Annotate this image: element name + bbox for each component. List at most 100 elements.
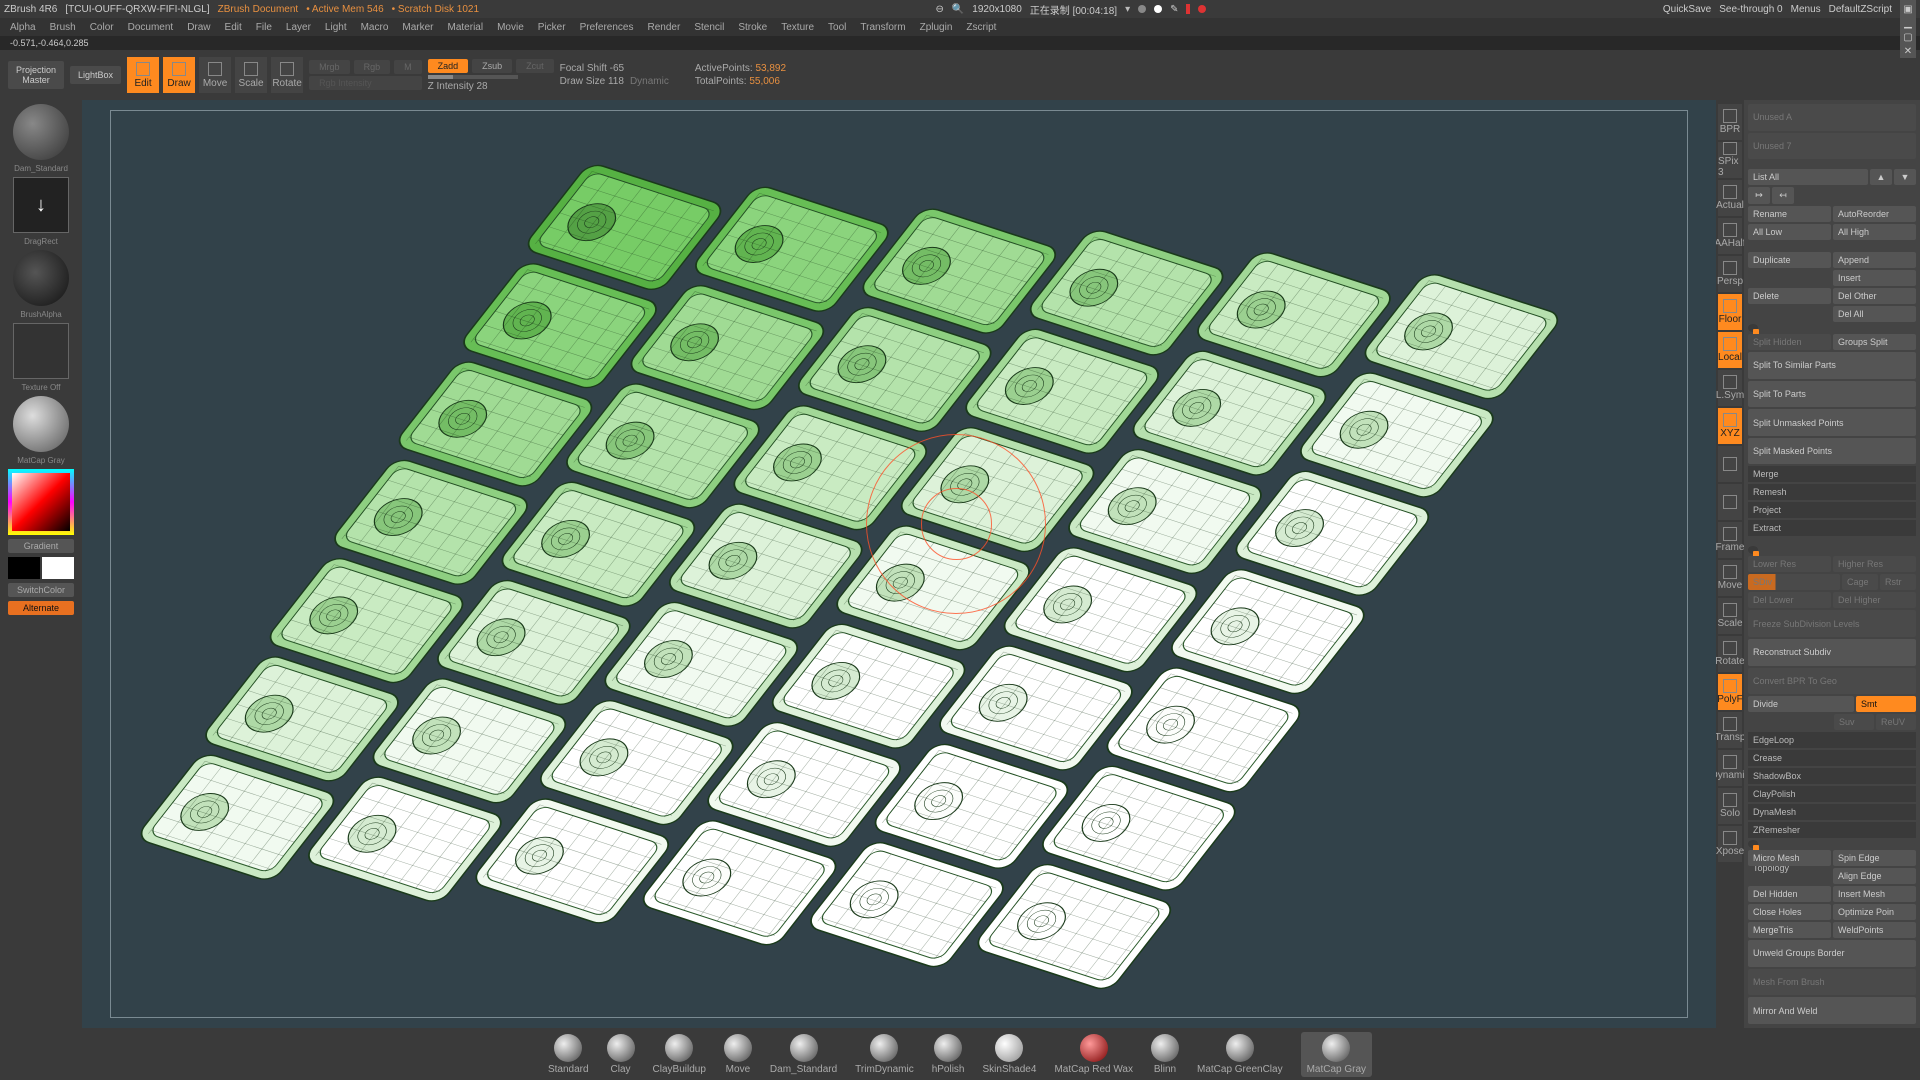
groups-split-button[interactable]: Groups Split [1833,334,1916,350]
record-icon[interactable] [1198,5,1206,13]
menu-stroke[interactable]: Stroke [732,22,773,33]
default-zscript[interactable]: DefaultZScript [1829,4,1892,15]
extract-header[interactable]: Extract [1748,520,1916,536]
crease-header[interactable]: Crease [1748,750,1916,766]
rotate-mode[interactable]: Rotate [271,57,303,93]
split-hidden-button[interactable]: Split Hidden [1748,334,1831,350]
shelf-dynamic[interactable]: Dynamic [1718,750,1742,786]
project-header[interactable]: Project [1748,502,1916,518]
alternate-button[interactable]: Alternate [8,601,74,615]
alpha-thumb[interactable] [13,250,69,306]
shelf-bpr[interactable]: BPR [1718,104,1742,140]
menu-document[interactable]: Document [122,22,180,33]
smt-toggle[interactable]: Smt [1856,696,1916,712]
shelf-spix 3[interactable]: SPix 3 [1718,142,1742,178]
subtool-slot[interactable]: Unused 7 [1748,133,1916,160]
menu-layer[interactable]: Layer [280,22,317,33]
rename-button[interactable]: Rename [1748,206,1831,222]
rgb-intensity[interactable]: Rgb Intensity [309,76,422,90]
delete-button[interactable]: Delete [1748,288,1831,304]
split-unmasked-button[interactable]: Split Unmasked Points [1748,409,1916,436]
split-masked-button[interactable]: Split Masked Points [1748,438,1916,465]
material-matcap-gray[interactable]: MatCap Gray [1301,1032,1372,1077]
shelf-local[interactable]: Local [1718,332,1742,368]
dynamesh-header[interactable]: DynaMesh [1748,804,1916,820]
pause-icon[interactable] [1186,4,1190,14]
micro-mesh-button[interactable]: Micro Mesh [1748,850,1831,866]
color-picker[interactable] [8,469,74,535]
del-all-button[interactable]: Del All [1833,306,1916,322]
align-edge-button[interactable]: Align Edge [1833,868,1916,884]
spin-edge-button[interactable]: Spin Edge [1833,850,1916,866]
menu-marker[interactable]: Marker [396,22,439,33]
material-matcap-greenclay[interactable]: MatCap GreenClay [1197,1034,1283,1075]
zcut-toggle[interactable]: Zcut [516,59,554,73]
shelf-scale[interactable]: Scale [1718,598,1742,634]
rgb-toggle[interactable]: Rgb [354,60,391,74]
claypolish-header[interactable]: ClayPolish [1748,786,1916,802]
draw-mode[interactable]: Draw [163,57,195,93]
gradient-button[interactable]: Gradient [8,539,74,553]
reconstruct-subdiv-button[interactable]: Reconstruct Subdiv [1748,639,1916,666]
material-skinshade4[interactable]: SkinShade4 [983,1034,1037,1075]
lightbox-button[interactable]: LightBox [70,66,121,84]
pencil-icon[interactable]: ✎ [1170,4,1178,15]
switch-color-button[interactable]: SwitchColor [8,583,74,597]
material-move[interactable]: Move [724,1034,752,1075]
material-dam_standard[interactable]: Dam_Standard [770,1034,837,1075]
menu-tool[interactable]: Tool [822,22,852,33]
menu-picker[interactable]: Picker [532,22,572,33]
menu-movie[interactable]: Movie [491,22,530,33]
insert-mesh-button[interactable]: Insert Mesh [1833,886,1916,902]
shelf-item[interactable] [1718,484,1742,520]
mesh-from-brush-button[interactable]: Mesh From Brush [1748,969,1916,996]
shelf-transp[interactable]: Transp [1718,712,1742,748]
arrow-up-icon[interactable]: ▲ [1870,169,1892,185]
material-matcap-red-wax[interactable]: MatCap Red Wax [1054,1034,1133,1075]
geometry-header[interactable]: Geometry [1748,546,1758,554]
arrow-down-icon[interactable]: ▼ [1894,169,1916,185]
del-other-button[interactable]: Del Other [1833,288,1916,304]
append-button[interactable]: Append [1833,252,1916,268]
weld-points-button[interactable]: WeldPoints [1833,922,1916,938]
material-hpolish[interactable]: hPolish [932,1034,965,1075]
menu-transform[interactable]: Transform [854,22,911,33]
zremesher-header[interactable]: ZRemesher [1748,822,1916,838]
projection-master-button[interactable]: Projection Master [8,61,64,89]
dot-icon[interactable] [1138,5,1146,13]
focal-shift[interactable]: Focal Shift -65 [560,63,669,74]
menu-color[interactable]: Color [84,22,120,33]
m-toggle[interactable]: M [394,60,422,74]
maximize-icon[interactable]: ▢ [1900,30,1916,44]
menu-draw[interactable]: Draw [181,22,216,33]
edgeloop-header[interactable]: EdgeLoop [1748,732,1916,748]
merge-header[interactable]: Merge [1748,466,1916,482]
shelf-frame[interactable]: Frame [1718,522,1742,558]
remesh-header[interactable]: Remesh [1748,484,1916,500]
menu-stencil[interactable]: Stencil [688,22,730,33]
swatch-black[interactable] [8,557,40,579]
dropdown-icon[interactable]: ▾ [1125,4,1130,15]
zsub-toggle[interactable]: Zsub [472,59,512,73]
list-all-button[interactable]: List All [1748,169,1868,185]
material-clay[interactable]: Clay [607,1034,635,1075]
menu-zplugin[interactable]: Zplugin [914,22,959,33]
merge-tris-button[interactable]: MergeTris [1748,922,1831,938]
shelf-xpose[interactable]: Xpose [1718,826,1742,862]
zoom-in-icon[interactable]: 🔍 [952,4,964,15]
autoreorder-button[interactable]: AutoReorder [1833,206,1916,222]
all-low-button[interactable]: All Low [1748,224,1831,240]
menu-light[interactable]: Light [319,22,353,33]
mirror-weld-button[interactable]: Mirror And Weld [1748,997,1916,1024]
subtool-slot[interactable]: Unused A [1748,104,1916,131]
optimize-button[interactable]: Optimize Poin [1833,904,1916,920]
dot-icon[interactable] [1154,5,1162,13]
shelf-solo[interactable]: Solo [1718,788,1742,824]
menus-button[interactable]: Menus [1791,4,1821,15]
material-standard[interactable]: Standard [548,1034,589,1075]
shelf-xyz[interactable]: XYZ [1718,408,1742,444]
shelf-move[interactable]: Move [1718,560,1742,596]
shelf-actual[interactable]: Actual [1718,180,1742,216]
viewport[interactable] [82,100,1716,1028]
shelf-aahalf[interactable]: AAHalf [1718,218,1742,254]
